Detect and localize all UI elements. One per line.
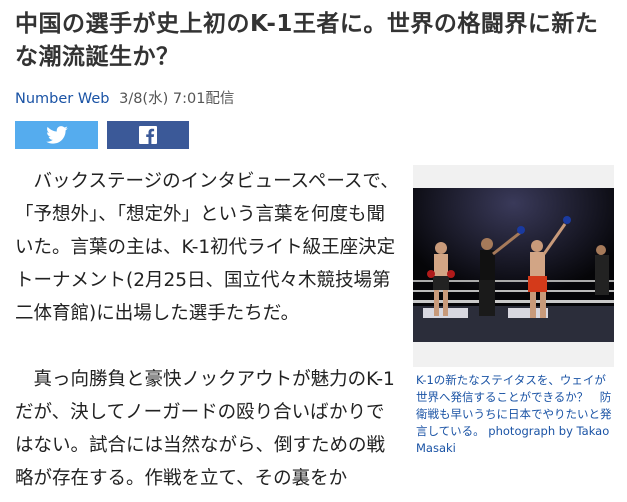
article-paragraph: バックステージのインタビュースペースで、「予想外」、「想定外」という言葉を何度も… (15, 171, 399, 324)
article-title: 中国の選手が史上初のK-1王者に。世界の格闘界に新たな潮流誕生か？ (15, 11, 599, 70)
article-body: バックステージのインタビュースペースで、「予想外」、「想定外」という言葉を何度も… (15, 165, 400, 495)
facebook-share-button[interactable] (107, 121, 189, 149)
source-link[interactable]: Number Web (15, 91, 109, 107)
article-paragraph: 真っ向勝負と豪快ノックアウトが魅力のK-1だが、決してノーガードの殴り合いばかり… (15, 369, 395, 489)
twitter-icon (45, 126, 68, 144)
publish-datetime: 3/8(水) 7:01配信 (119, 91, 235, 107)
facebook-icon (139, 126, 157, 144)
photo-caption: K-1の新たなステイタスを、ウェイが世界へ発信することができるか？ 防衛戦も早い… (416, 373, 612, 455)
byline: Number Web 3/8(水) 7:01配信 (15, 87, 234, 108)
photo-image (413, 188, 614, 342)
article-photo[interactable] (413, 165, 614, 367)
twitter-share-button[interactable] (15, 121, 98, 149)
